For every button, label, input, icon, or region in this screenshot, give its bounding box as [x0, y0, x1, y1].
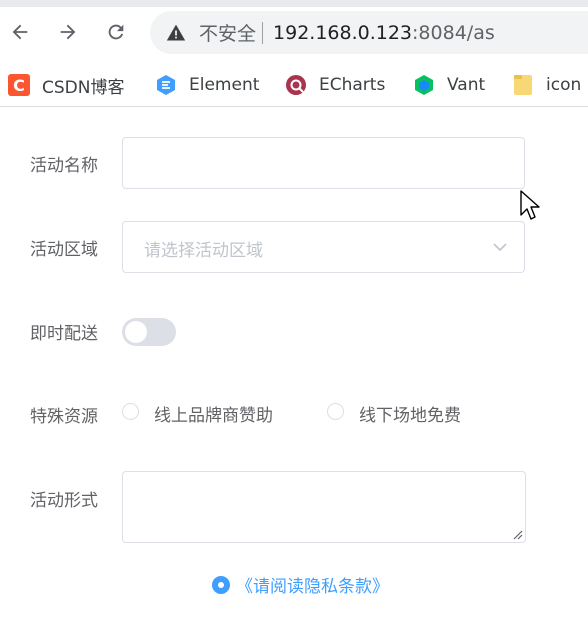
special-resource-label: 特殊资源	[30, 407, 98, 427]
radio-offline-venue-label[interactable]: 线下场地免费	[359, 401, 461, 426]
radio-online-sponsor-label[interactable]: 线上品牌商赞助	[154, 401, 273, 426]
region-placeholder: 请选择活动区域	[144, 241, 263, 261]
csdn-icon: C	[8, 74, 30, 96]
warning-icon[interactable]	[166, 23, 186, 43]
reload-button[interactable]	[102, 18, 130, 46]
url-text[interactable]: 192.168.0.123:8084/as	[273, 22, 495, 44]
radio-online-sponsor[interactable]	[122, 403, 139, 420]
echarts-icon	[285, 74, 307, 96]
element-icon	[155, 74, 177, 96]
bookmark-folder-icon[interactable]: icon	[512, 69, 581, 101]
bookmarks-bar: C CSDN博客 Element ECharts Vant icon	[0, 64, 588, 107]
radio-offline-venue[interactable]	[327, 403, 344, 420]
mouse-cursor-icon	[520, 190, 540, 220]
vant-icon	[413, 74, 435, 96]
bookmark-echarts[interactable]: ECharts	[285, 69, 385, 101]
privacy-radio[interactable]: 《请阅读隐私条款》	[212, 572, 389, 597]
privacy-link[interactable]: 《请阅读隐私条款》	[236, 572, 389, 597]
bookmark-vant[interactable]: Vant	[413, 69, 485, 101]
url-host: 192.168.0.123	[273, 21, 413, 44]
bookmark-csdn[interactable]: C CSDN博客	[8, 69, 124, 101]
reload-icon	[108, 24, 124, 40]
bookmark-label: CSDN博客	[42, 77, 125, 98]
address-bar[interactable]: 不安全 192.168.0.123:8084/as	[150, 11, 588, 54]
activity-form-textarea[interactable]	[122, 471, 526, 543]
bookmark-element[interactable]: Element	[155, 69, 259, 101]
radio-checked-icon	[212, 575, 230, 594]
folder-icon	[512, 74, 534, 96]
browser-toolbar: 不安全 192.168.0.123:8084/as	[0, 0, 588, 64]
resize-handle-icon[interactable]	[511, 528, 523, 540]
forward-arrow-icon	[60, 24, 76, 40]
switch-knob	[125, 321, 147, 343]
activity-name-input[interactable]	[122, 137, 525, 189]
activity-region-label: 活动区域	[30, 240, 98, 260]
activity-region-select[interactable]: 请选择活动区域	[122, 221, 525, 273]
instant-delivery-label: 即时配送	[30, 324, 98, 344]
svg-text:C: C	[13, 76, 25, 95]
bookmark-label: ECharts	[319, 75, 386, 95]
back-arrow-icon	[12, 24, 28, 40]
chevron-down-icon	[493, 243, 507, 252]
activity-form-label: 活动形式	[30, 491, 98, 511]
activity-name-label: 活动名称	[30, 156, 98, 176]
bookmark-label: Vant	[447, 75, 486, 95]
bookmark-label: icon	[546, 75, 582, 95]
tab-strip	[0, 0, 588, 7]
security-status[interactable]: 不安全	[199, 19, 256, 46]
back-button[interactable]	[6, 18, 34, 46]
forward-button[interactable]	[54, 18, 82, 46]
url-path: :8084/as	[412, 21, 495, 44]
instant-delivery-switch[interactable]	[122, 318, 176, 346]
address-divider	[262, 21, 264, 44]
bookmark-label: Element	[189, 75, 260, 95]
